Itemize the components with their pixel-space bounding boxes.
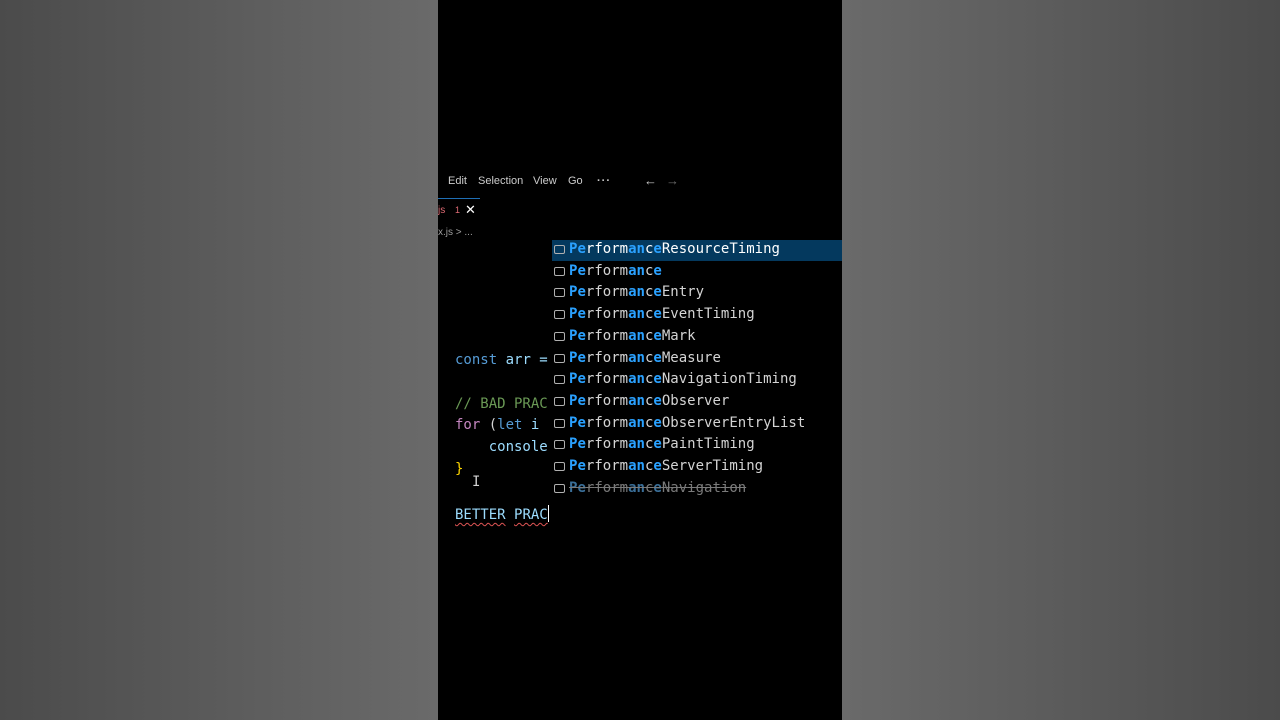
menu-edit[interactable]: Edit (448, 175, 467, 187)
code-text: console (455, 439, 548, 455)
code-brace: } (455, 461, 464, 477)
suggestion-label: PerformanceEventTiming (569, 306, 755, 323)
suggestion-label: PerformancePaintTiming (569, 436, 755, 453)
suggestion-label: Performance (569, 262, 662, 279)
suggestion-item[interactable]: PerformanceNavigationTiming (552, 370, 842, 391)
background-left (0, 0, 438, 720)
code-text: ( (480, 417, 498, 433)
variable-icon (554, 288, 565, 298)
suggestion-item[interactable]: PerformancePaintTiming (552, 435, 842, 456)
variable-icon (554, 331, 565, 341)
code-line-6: BETTER PRAC (455, 505, 549, 523)
code-line-5: } (455, 461, 463, 477)
code-line-4: console (455, 439, 548, 455)
keyword-for: for (455, 417, 481, 433)
ibeam-cursor-icon: I (472, 474, 481, 490)
suggestion-item[interactable]: PerformanceResourceTiming (552, 240, 842, 261)
suggestion-item[interactable]: Performance (552, 262, 842, 283)
suggestion-item[interactable]: PerformanceMeasure (552, 349, 842, 370)
tab-filename: js (438, 205, 446, 216)
editor-window: Edit Selection View Go ··· ← → js 1 ✕ x.… (438, 0, 842, 720)
menu-go[interactable]: Go (568, 175, 583, 187)
problems-count-badge: 1 (455, 205, 461, 215)
text-cursor (547, 505, 549, 522)
code-comment: // BAD PRAC (455, 396, 548, 412)
suggestion-label: PerformanceNavigationTiming (569, 371, 797, 388)
suggestion-item[interactable]: PerformanceServerTiming (552, 457, 842, 478)
suggestion-item[interactable]: PerformanceEntry (552, 283, 842, 304)
code-text: arr = (497, 352, 548, 368)
suggestion-label: PerformanceEntry (569, 284, 704, 301)
suggestion-label: PerformanceObserverEntryList (569, 414, 806, 431)
variable-icon (554, 375, 565, 385)
suggestion-label: PerformanceNavigation (569, 479, 747, 496)
keyword-let: let (497, 417, 523, 433)
suggestion-item[interactable]: PerformanceNavigation (552, 479, 842, 500)
back-arrow-icon[interactable]: ← (644, 173, 657, 188)
variable-icon (554, 310, 565, 320)
variable-icon (554, 462, 565, 471)
menu-selection[interactable]: Selection (478, 175, 523, 187)
suggestion-label: PerformanceResourceTiming (569, 241, 780, 257)
code-text: i (522, 417, 540, 433)
suggestion-item[interactable]: PerformanceObserver (552, 392, 842, 413)
forward-arrow-icon[interactable]: → (666, 173, 679, 188)
editor-tab[interactable]: js 1 ✕ (438, 198, 480, 223)
keyword-const: const (455, 352, 498, 368)
variable-icon (554, 396, 565, 406)
code-line-3: for (let i (455, 417, 539, 433)
suggestion-label: PerformanceMeasure (569, 349, 721, 366)
code-text: PRAC (514, 507, 548, 523)
suggestion-label: PerformanceMark (569, 327, 696, 344)
suggestion-label: PerformanceServerTiming (569, 458, 764, 474)
menu-bar: Edit Selection View Go ··· ← → (438, 172, 842, 192)
variable-icon (554, 266, 565, 276)
suggestion-item[interactable]: PerformanceMark (552, 327, 842, 348)
suggestion-item[interactable]: PerformanceEventTiming (552, 305, 842, 326)
suggestion-widget[interactable]: PerformanceResourceTiming Performance Perf… (552, 240, 842, 500)
variable-icon (554, 418, 565, 428)
variable-icon (554, 245, 565, 254)
variable-icon (554, 483, 565, 493)
variable-icon (554, 353, 565, 363)
more-menu-icon[interactable]: ··· (597, 175, 611, 187)
breadcrumb[interactable]: x.js > ... (438, 227, 473, 238)
suggestion-item[interactable]: PerformanceObserverEntryList (552, 414, 842, 435)
background-right (842, 0, 1280, 720)
code-text: BETTER (455, 507, 506, 523)
menu-view[interactable]: View (533, 175, 557, 187)
code-line-1: const arr = (455, 352, 548, 368)
variable-icon (554, 440, 565, 450)
suggestion-label: PerformanceObserver (569, 392, 730, 409)
close-icon[interactable]: ✕ (465, 202, 476, 218)
code-line-2: // BAD PRAC (455, 396, 548, 412)
